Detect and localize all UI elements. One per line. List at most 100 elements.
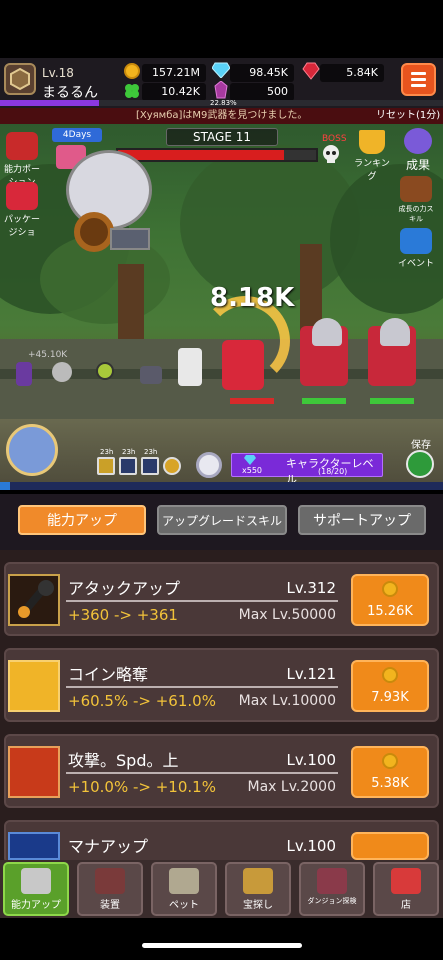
home-indicator[interactable] (142, 943, 302, 948)
news-ticker: [Хуямба]はM9武器を見つけました。 リセット(1分) (0, 108, 443, 124)
skill-timer: 23h (144, 448, 158, 456)
save-refresh-icon[interactable] (406, 450, 434, 478)
buy-button[interactable] (351, 832, 429, 860)
skill-timer: 23h (122, 448, 136, 456)
enemy-hp-bar (230, 398, 274, 404)
ruby-count: 5.84K (320, 64, 384, 82)
nav-label: 能力アップ (11, 900, 61, 911)
upgrade-level: Lv.100 (286, 751, 336, 769)
upgrade-value: +360 -> +361 (68, 606, 178, 624)
clover-icon (124, 83, 140, 99)
eye-pet (96, 362, 114, 380)
pet-icon (169, 868, 199, 894)
nav-equipment[interactable]: 装置 (77, 862, 143, 916)
mana-bar-fill (0, 482, 10, 490)
package-button[interactable]: パッケージショ (2, 182, 42, 238)
mana-bar (0, 482, 443, 490)
skill-arrow-icon[interactable] (141, 457, 159, 475)
save-label: 保存 (411, 440, 431, 451)
diamond-icon (211, 62, 231, 79)
slash-burst-icon (8, 746, 60, 798)
damage-number: 8.18K (210, 283, 295, 313)
achievement-label: 成果 (405, 158, 430, 172)
sword-icon (21, 868, 51, 894)
crystal-icon (214, 80, 228, 99)
nav-dungeon[interactable]: ダンジョン探検 (299, 862, 365, 916)
coin-burst-icon (8, 660, 60, 712)
nav-label: ペット (169, 900, 199, 911)
tab-ability-up[interactable]: 能力アップ (18, 505, 146, 535)
gift-icon (400, 228, 432, 254)
upgrade-max: Max Lv.50000 (238, 607, 336, 623)
buy-button[interactable]: 7.93K (351, 660, 429, 712)
buy-button[interactable]: 15.26K (351, 574, 429, 626)
anvil-icon (95, 868, 125, 894)
nav-treasure[interactable]: 宝探し (225, 862, 291, 916)
boss-skull-icon (320, 144, 342, 164)
enemy-hp-bar (370, 398, 414, 404)
nav-ability-up[interactable]: 能力アップ (3, 862, 69, 916)
buy-cost: 15.26K (367, 604, 413, 619)
char-level-progress: (18/20) (318, 467, 348, 476)
upgrade-max: Max Lv.2000 (247, 779, 336, 795)
upgrade-name: アタックアップ (68, 579, 181, 598)
achievement-button[interactable]: 成果 (398, 128, 438, 173)
skill-swirl-icon[interactable] (163, 457, 181, 475)
dps-number: +45.10K (28, 350, 68, 360)
diamond-icon (244, 455, 256, 465)
potion-button[interactable]: 能力ポーション (2, 132, 42, 188)
xp-percent: 22.83% (210, 99, 237, 107)
buy-cost: 7.93K (371, 690, 409, 705)
coin-icon (382, 581, 398, 597)
skull-icon (317, 868, 347, 894)
hexagon-icon (10, 67, 30, 91)
cannon (110, 228, 150, 250)
speed-clock-icon[interactable] (196, 452, 222, 478)
skill-sword-icon[interactable] (97, 457, 115, 475)
nav-pet[interactable]: ペット (151, 862, 217, 916)
menu-button[interactable] (401, 63, 436, 96)
ghost-pet (52, 362, 72, 382)
shop-icon (391, 868, 421, 894)
char-level-cost: x550 (242, 466, 263, 475)
skill-timer: 23h (100, 448, 114, 456)
gem-count: 98.45K (230, 64, 294, 82)
achievement-icon (404, 128, 432, 154)
treasure-chest-icon (400, 176, 432, 202)
buy-button[interactable]: 5.38K (351, 746, 429, 798)
stage-label: STAGE 11 (166, 128, 278, 146)
coin-icon (124, 63, 140, 79)
event-button[interactable]: イベント (396, 228, 436, 269)
package-label: パッケージショ (3, 215, 40, 238)
rat-pet (140, 366, 162, 384)
nav-label: ダンジョン探検 (307, 897, 357, 905)
player-name: まるるん (42, 85, 98, 101)
growth-skill-label: 成長の力スキル (398, 205, 434, 223)
player-level: Lv.18 (42, 66, 74, 80)
treasure-chest-icon (243, 868, 273, 894)
wrench-icon (8, 574, 60, 626)
hero-portrait[interactable] (6, 424, 58, 476)
tab-support-up[interactable]: サポートアップ (298, 505, 426, 535)
boss-label: BOSS (322, 134, 347, 144)
ranking-button[interactable]: ランキング (352, 130, 392, 182)
nav-shop[interactable]: 店 (373, 862, 439, 916)
trophy-icon (359, 130, 385, 154)
tab-upgrade-skill[interactable]: アップグレードスキル (157, 505, 287, 535)
upgrade-name: マナアップ (68, 837, 149, 856)
buy-cost: 5.38K (371, 776, 409, 791)
nav-label: 装置 (100, 900, 120, 911)
skill-figure-icon[interactable] (119, 457, 137, 475)
mage-hero (16, 362, 32, 386)
ranking-label: ランキング (354, 159, 390, 182)
ticker-message: [Хуямба]はM9武器を見つけました。 (136, 110, 308, 121)
profile-avatar[interactable] (4, 63, 36, 95)
boss-hp-fill (118, 150, 284, 160)
upgrade-value: +60.5% -> +61.0% (68, 692, 216, 710)
growth-skill-button[interactable]: 成長の力スキル (396, 176, 436, 224)
character-level-button[interactable]: x550 キャラクターレベル (18/20) (231, 453, 383, 486)
enemy-helmet (312, 318, 342, 346)
gear-icon (74, 212, 114, 252)
upgrade-name: 攻撃。Spd。上 (68, 751, 179, 770)
ticker-reset: リセット(1分) (376, 110, 441, 121)
